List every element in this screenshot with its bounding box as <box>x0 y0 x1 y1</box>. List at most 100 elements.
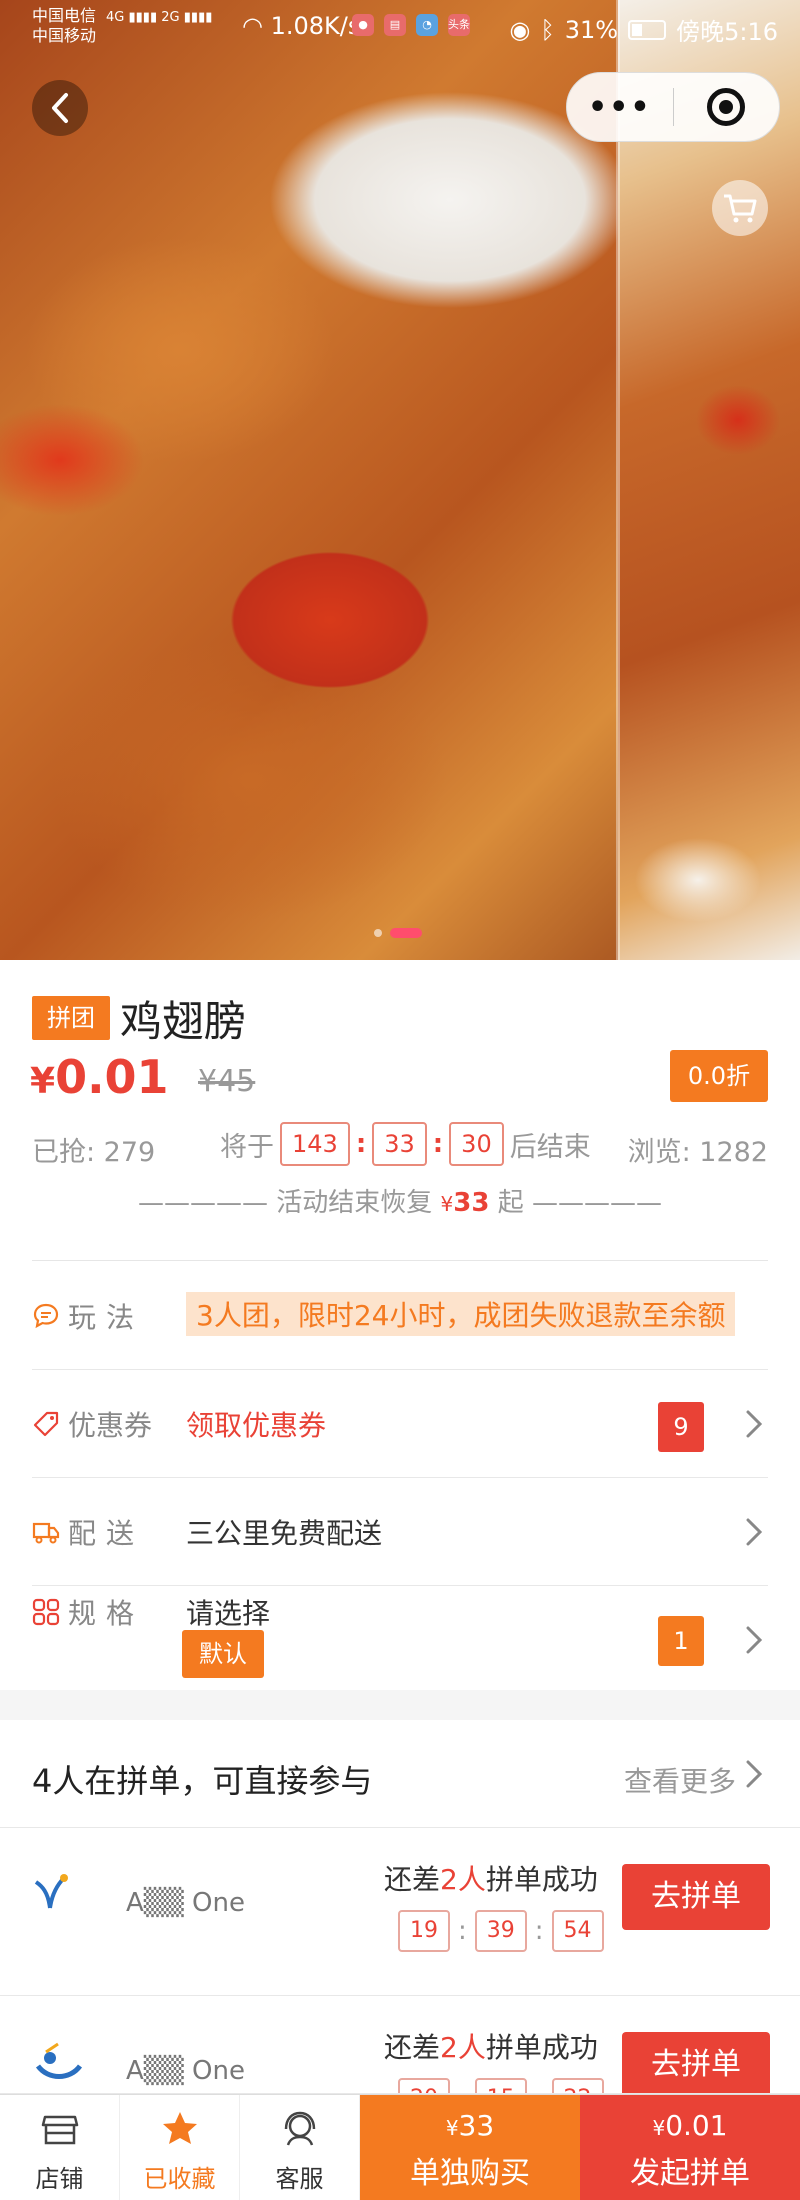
countdown-seconds: 54 <box>551 1910 604 1952</box>
user-name: A▒▒ One <box>126 2056 245 2086</box>
countdown-hours: 143 <box>280 1122 350 1166</box>
user-avatar-icon <box>35 2042 83 2079</box>
shop-label: 店铺 <box>35 2165 84 2193</box>
service-tab[interactable]: 客服 <box>240 2095 360 2200</box>
start-group-price: ¥0.01 <box>652 2109 728 2142</box>
members-needed: 还差2人拼单成功 <box>384 2031 598 2064</box>
status-right: ◉ ᛒ 31% 傍晚5:16 <box>509 12 778 47</box>
avatar <box>28 1864 88 1924</box>
notification-icons: ● ▤ ◔ 头条 <box>352 14 470 36</box>
favorite-label: 已收藏 <box>143 2165 216 2193</box>
chat-bubble-icon <box>33 1303 59 1329</box>
countdown-suffix: 后结束 <box>509 1131 591 1163</box>
countdown-prefix: 将于 <box>220 1131 274 1163</box>
start-group-button[interactable]: ¥0.01 发起拼单 <box>580 2095 800 2200</box>
carousel-dot <box>374 929 382 937</box>
coupon-row[interactable]: 优惠券 领取优惠券 9 <box>32 1370 768 1478</box>
carousel-indicator <box>374 928 422 938</box>
activity-countdown: 将于 143 : 33 : 30 后结束 <box>220 1122 591 1166</box>
spec-row[interactable]: 规格 请选择 默认 1 <box>32 1586 768 1690</box>
customer-service-icon <box>284 2111 316 2146</box>
grid-icon <box>32 1598 60 1626</box>
avatar <box>28 2032 88 2092</box>
group-countdown: 19 : 39 : 54 <box>398 1910 604 1952</box>
discount-badge: 0.0折 <box>670 1050 768 1102</box>
cart-button[interactable] <box>712 180 768 236</box>
product-image-carousel[interactable] <box>0 0 800 960</box>
chevron-right-icon <box>746 1410 763 1438</box>
carrier-names: 中国电信 中国移动 <box>32 6 96 46</box>
favorite-tab[interactable]: 已收藏 <box>120 2095 240 2200</box>
sold-count: 已抢: 279 <box>32 1137 156 1168</box>
clock: 傍晚5:16 <box>676 18 778 46</box>
network-speed: ◠ 1.08K/s <box>242 12 361 40</box>
coupon-label: 优惠券 <box>68 1409 153 1442</box>
network-type-2: 2G <box>161 10 180 25</box>
view-more-link[interactable]: 查看更多 <box>624 1760 736 1800</box>
divider <box>32 1260 768 1261</box>
delivery-value: 三公里免费配送 <box>186 1517 383 1550</box>
chevron-right-icon[interactable] <box>740 1756 768 1792</box>
eye-icon: ◉ <box>509 15 531 44</box>
play-rules-row: 玩法 3人团，限时24小时，成团失败退款至余额 <box>32 1262 768 1370</box>
claim-coupon-link[interactable]: 领取优惠券 <box>186 1404 326 1444</box>
carousel-dot-active <box>390 928 422 938</box>
stats-row: 已抢: 279 将于 143 : 33 : 30 后结束 浏览: 1282 <box>32 1122 768 1168</box>
play-rules-text: 3人团，限时24小时，成团失败退款至余额 <box>186 1292 736 1336</box>
original-price: ¥45 <box>198 1064 256 1099</box>
view-count: 浏览: 1282 <box>627 1137 768 1168</box>
battery-icon <box>628 19 667 40</box>
delivery-label: 配送 <box>68 1517 145 1550</box>
chevron-left-icon <box>52 93 68 123</box>
spec-option-default[interactable]: 默认 <box>182 1630 264 1678</box>
spec-value: 请选择 <box>186 1597 271 1630</box>
play-label: 玩法 <box>68 1301 145 1334</box>
countdown-hours: 20 <box>398 2078 450 2093</box>
countdown-seconds: 30 <box>449 1122 504 1166</box>
shop-tab[interactable]: 店铺 <box>0 2095 120 2200</box>
join-group-button[interactable]: 去拼单 <box>622 2032 770 2093</box>
shop-icon <box>41 2115 79 2145</box>
chevron-right-icon <box>746 1518 763 1546</box>
group-buy-tag: 拼团 <box>32 996 110 1040</box>
carrier-1: 中国电信 <box>32 6 97 25</box>
delivery-truck-icon <box>32 1522 60 1544</box>
book-icon: ▤ <box>384 14 406 36</box>
user-avatar-icon <box>34 1874 68 1909</box>
back-button[interactable] <box>32 80 88 136</box>
bluetooth-icon: ᛒ <box>540 15 555 44</box>
group-item: A▒▒ One 还差2人拼单成功 20 : 15 : 22 去拼单 <box>0 1996 800 2094</box>
join-group-button[interactable]: 去拼单 <box>622 1864 770 1930</box>
carrier-2: 中国移动 <box>32 26 97 45</box>
close-mini-program-button[interactable] <box>674 88 780 126</box>
delivery-row[interactable]: 配送 三公里免费配送 <box>32 1478 768 1586</box>
countdown-minutes: 39 <box>474 1910 527 1952</box>
status-bar: 中国电信 中国移动 4G ▮▮▮▮ 2G ▮▮▮▮ ◠ 1.08K/s ● ▤ … <box>0 0 800 56</box>
group-list-title: 4人在拼单，可直接参与 <box>32 1762 373 1800</box>
signal-icon: 4G ▮▮▮▮ 2G ▮▮▮▮ <box>106 10 213 25</box>
spec-label: 规格 <box>68 1597 145 1630</box>
members-needed: 还差2人拼单成功 <box>384 1863 598 1896</box>
countdown-hours: 19 <box>398 1910 450 1952</box>
chevron-right-icon <box>746 1626 763 1654</box>
network-type-1: 4G <box>106 10 125 25</box>
slide-divider <box>616 0 620 960</box>
group-price: ¥0.01 <box>30 1050 169 1104</box>
start-group-label: 发起拼单 <box>630 2156 750 2191</box>
countdown-seconds: 22 <box>551 2078 604 2093</box>
qq-icon: ◔ <box>416 14 438 36</box>
star-icon <box>163 2112 197 2144</box>
battery-percent: 31% <box>564 15 619 44</box>
more-menu-button[interactable]: ••• <box>567 90 673 125</box>
product-title: 鸡翅膀 <box>120 997 247 1046</box>
buy-alone-button[interactable]: ¥33 单独购买 <box>360 2095 580 2200</box>
target-icon <box>707 88 746 126</box>
spec-count-badge: 1 <box>658 1616 704 1666</box>
user-name: A▒▒ One <box>126 1888 245 1918</box>
restore-price-notice: ————— 活动结束恢复 ¥33 起 ————— <box>138 1188 662 1218</box>
cart-icon <box>724 194 757 223</box>
toutiao-icon: 头条 <box>448 14 470 36</box>
countdown-minutes: 33 <box>372 1122 427 1166</box>
group-countdown: 20 : 15 : 22 <box>398 2078 604 2093</box>
countdown-minutes: 15 <box>474 2078 527 2093</box>
